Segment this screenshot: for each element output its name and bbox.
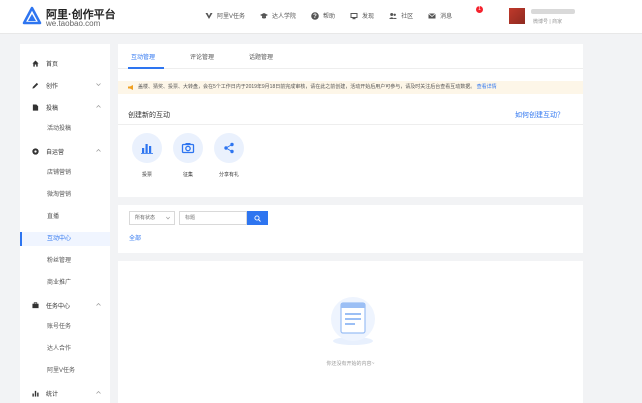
community-icon [389,12,398,19]
notice-text: 盖楼、猜奖、投票、大转盘，会在5个工作日内于2019年9月18日前完成审核，请在… [138,84,476,90]
camera-icon [181,143,195,154]
sidebar-sub-shop-marketing[interactable]: 店铺营销 [20,166,110,180]
bar-chart-icon [141,144,153,154]
sidebar-sub-interaction-center[interactable]: 互动中心 [20,232,110,246]
nav-discover[interactable]: 发现 [350,11,374,20]
tab-comment-management[interactable]: 评论管理 [190,52,214,61]
empty-state-text: 你还没有开始的内容~ [326,361,375,367]
user-shop-label: 微博号 | 商家 [533,19,563,25]
bar-chart-icon [32,390,39,397]
mail-icon [428,12,436,18]
status-select[interactable]: 所有状态 [129,211,175,225]
megaphone-icon [128,85,133,90]
collect-button[interactable] [173,133,203,163]
sidebar-sub-weitao-marketing[interactable]: 微淘营销 [20,188,110,202]
v-task-icon [205,12,213,19]
sidebar-item-stats[interactable]: 统计 [20,386,110,400]
section-divider [118,124,583,125]
logo-icon[interactable] [22,6,42,26]
chevron-down-icon [166,216,170,220]
nav-messages[interactable]: 消息 [428,11,452,20]
nav-label: 发现 [362,14,375,20]
tab-bar: 互动管理 评论管理 话题管理 [118,44,583,69]
nav-community[interactable]: 社区 [389,11,413,20]
interaction-card: 互动管理 评论管理 话题管理 盖楼、猜奖、投票、大转盘，会在5个工作日内于201… [118,44,583,197]
avatar[interactable] [509,8,525,24]
collect-label: 征集 [182,172,193,178]
search-icon [254,214,261,222]
sidebar-item-self-operate[interactable]: 自运营 [20,144,110,158]
sidebar-item-task-center[interactable]: 任务中心 [20,298,110,312]
briefcase-icon [32,301,39,308]
share-gift-button[interactable] [214,133,244,163]
top-header: 阿里·创作平台 we.taobao.com 阿里V任务 达人学院 ? 帮助 发现… [0,0,642,34]
sidebar-sub-account-tasks[interactable]: 账号任务 [20,320,110,334]
sidebar-item-label: 任务中心 [46,303,71,310]
tab-active-indicator [128,67,164,69]
sidebar-sub-activity-submit[interactable]: 活动投稿 [20,122,110,136]
sidebar-item-create[interactable]: 创作 [20,78,110,92]
search-button[interactable] [247,211,268,225]
sidebar-item-label: 首页 [46,61,59,68]
nav-label: 达人学院 [272,14,297,20]
vote-button[interactable] [132,133,162,163]
chevron-up-icon [96,303,101,306]
tab-interaction-management[interactable]: 互动管理 [131,52,155,61]
chevron-up-icon [96,149,101,152]
notice-bar: 盖楼、猜奖、投票、大转盘，会在5个工作日内于2019年9月18日前完成审核，请在… [118,81,583,94]
home-icon [32,59,39,67]
top-nav: 阿里V任务 达人学院 ? 帮助 发现 社区 消息 [205,11,467,20]
filter-all-link[interactable]: 全部 [129,233,141,242]
nav-label: 消息 [440,14,453,20]
sidebar: 首页 创作 投稿 活动投稿 自运营 店铺营销 微淘营销 直播 互动中心 粉丝管理… [20,44,110,403]
gear-icon [32,147,39,155]
sidebar-sub-fans[interactable]: 粉丝管理 [20,254,110,268]
notice-link[interactable]: 查看详情 [477,84,497,90]
vote-label: 投票 [141,172,152,178]
nav-v-task[interactable]: 阿里V任务 [205,11,245,20]
nav-help[interactable]: ? 帮助 [311,11,335,20]
chevron-down-icon [96,83,101,86]
filter-card: 所有状态 全部 [118,205,583,253]
share-gift-label: 分享有礼 [218,172,239,178]
sidebar-sub-promotion[interactable]: 商业推广 [20,276,110,290]
content-list-card: 你还没有开始的内容~ [118,261,583,403]
search-input[interactable] [179,211,247,225]
create-section-title: 创建新的互动 [128,112,170,119]
nav-label: 社区 [401,14,414,20]
status-select-value: 所有状态 [135,215,156,221]
share-icon [224,142,234,154]
tab-topic-management[interactable]: 话题管理 [249,52,273,61]
sidebar-sub-talent-cooperation[interactable]: 达人合作 [20,342,110,356]
how-to-create-link[interactable]: 如何创建互动？ [515,110,564,120]
chevron-up-icon [96,105,101,108]
sidebar-item-label: 投稿 [46,105,59,112]
nav-label: 阿里V任务 [217,14,246,20]
chevron-up-icon [96,391,101,394]
pencil-icon [32,82,39,89]
sidebar-item-label: 创作 [46,83,59,90]
sidebar-item-label: 自运营 [46,149,65,156]
discover-icon [350,12,358,19]
sidebar-item-submit[interactable]: 投稿 [20,100,110,114]
empty-document-icon [331,297,375,345]
sidebar-item-label: 统计 [46,391,59,398]
document-icon [32,103,39,111]
help-icon: ? [311,11,319,20]
message-badge: 1 [476,6,483,13]
svg-text:?: ? [313,14,317,20]
graduation-cap-icon [260,12,269,18]
sidebar-item-home[interactable]: 首页 [20,56,110,70]
user-name-blurred[interactable] [531,9,575,14]
nav-label: 帮助 [323,14,336,20]
sidebar-sub-live[interactable]: 直播 [20,210,110,224]
sidebar-sub-v-task[interactable]: 阿里V任务 [20,364,110,378]
brand-url: we.taobao.com [46,19,101,28]
nav-academy[interactable]: 达人学院 [260,11,296,20]
